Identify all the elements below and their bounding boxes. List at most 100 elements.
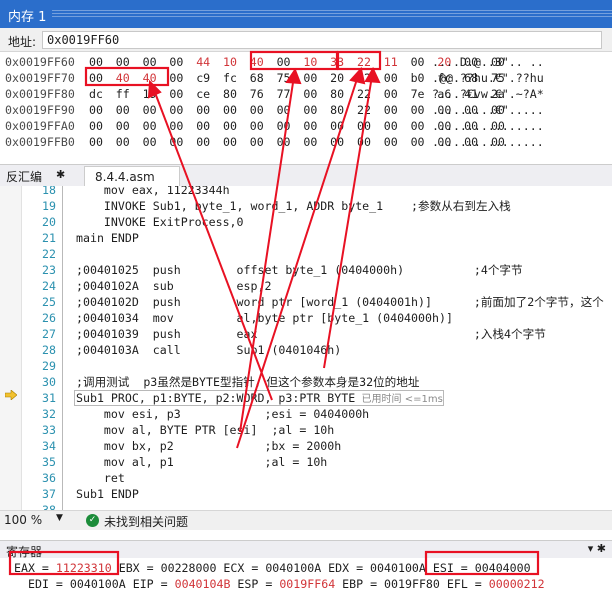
code-editor[interactable]: 18 mov eax, 11223344h 19 INVOKE Sub1, byt…: [0, 186, 612, 510]
memory-byte[interactable]: 00: [169, 102, 196, 118]
memory-byte[interactable]: 00: [384, 118, 411, 134]
memory-byte[interactable]: 76: [250, 86, 277, 102]
memory-byte[interactable]: 10: [223, 54, 250, 70]
memory-byte[interactable]: 00: [143, 102, 170, 118]
code-line[interactable]: 27 ;00401039 push eax ;入栈4个字节: [22, 326, 612, 342]
memory-byte[interactable]: 00: [303, 70, 330, 86]
memory-byte[interactable]: 00: [196, 102, 223, 118]
code-line[interactable]: 33 mov al, BYTE PTR [esi] ;al = 10h: [22, 422, 612, 438]
memory-byte[interactable]: 00: [116, 134, 143, 150]
memory-byte[interactable]: 75: [277, 70, 304, 86]
code-line[interactable]: 26 ;00401034 mov al,byte ptr [byte_1 (040…: [22, 310, 612, 326]
memory-byte[interactable]: 33: [330, 54, 357, 70]
memory-byte[interactable]: 00: [89, 102, 116, 118]
register-value[interactable]: 0019FF64: [279, 577, 335, 591]
memory-byte[interactable]: dc: [89, 86, 116, 102]
memory-byte[interactable]: 44: [196, 54, 223, 70]
pin-icon[interactable]: ▾ ✱: [588, 542, 606, 555]
code-line[interactable]: 21 main ENDP: [22, 230, 612, 246]
disassembly-panel-title[interactable]: 反汇编: [6, 168, 42, 185]
memory-byte[interactable]: 00: [223, 102, 250, 118]
memory-byte[interactable]: 00: [116, 54, 143, 70]
code-line[interactable]: 19 INVOKE Sub1, byte_1, word_1, ADDR byt…: [22, 198, 612, 214]
memory-byte[interactable]: 00: [169, 86, 196, 102]
memory-byte[interactable]: fc: [223, 70, 250, 86]
memory-byte[interactable]: 00: [384, 134, 411, 150]
memory-byte[interactable]: 00: [250, 102, 277, 118]
memory-byte[interactable]: 00: [143, 54, 170, 70]
memory-byte[interactable]: 00: [89, 54, 116, 70]
memory-byte[interactable]: 80: [330, 86, 357, 102]
memory-byte[interactable]: 00: [303, 102, 330, 118]
memory-byte[interactable]: 00: [330, 134, 357, 150]
register-value[interactable]: 00404000: [475, 561, 531, 575]
memory-byte[interactable]: 00: [303, 86, 330, 102]
code-line[interactable]: 20 INVOKE ExitProcess,0: [22, 214, 612, 230]
code-line[interactable]: 31 Sub1 PROC, p1:BYTE, p2:WORD, p3:PTR BY…: [22, 390, 612, 406]
memory-byte[interactable]: 10: [303, 54, 330, 70]
memory-byte[interactable]: 00: [196, 118, 223, 134]
register-value[interactable]: 0040100A: [265, 561, 321, 575]
code-line[interactable]: 25 ;0040102D push word ptr [word_1 (04040…: [22, 294, 612, 310]
memory-byte[interactable]: 00: [357, 134, 384, 150]
code-line[interactable]: 32 mov esi, p3 ;esi = 0404000h: [22, 406, 612, 422]
memory-byte[interactable]: 00: [89, 70, 116, 86]
memory-byte[interactable]: 00: [357, 118, 384, 134]
memory-byte[interactable]: 00: [89, 134, 116, 150]
memory-byte[interactable]: 00: [169, 134, 196, 150]
memory-byte[interactable]: 00: [89, 118, 116, 134]
memory-byte[interactable]: 00: [250, 118, 277, 134]
memory-byte[interactable]: 22: [357, 54, 384, 70]
memory-byte[interactable]: 19: [143, 86, 170, 102]
memory-byte[interactable]: 00: [277, 102, 304, 118]
code-line[interactable]: 35 mov al, p1 ;al = 10h: [22, 454, 612, 470]
memory-byte[interactable]: 20: [330, 70, 357, 86]
memory-byte[interactable]: 00: [277, 54, 304, 70]
tab-asm-file[interactable]: 8.4.4.asm: [84, 166, 180, 187]
memory-byte[interactable]: 00: [303, 118, 330, 134]
register-value[interactable]: 0040100A: [70, 577, 126, 591]
memory-byte[interactable]: 00: [223, 134, 250, 150]
code-line[interactable]: 28 ;0040103A call Sub1 (0401046h): [22, 342, 612, 358]
code-line[interactable]: 30 ;调用测试 p3虽然是BYTE型指针，但这个参数本身是32位的地址: [22, 374, 612, 390]
memory-byte[interactable]: 11: [384, 54, 411, 70]
memory-byte[interactable]: 22: [357, 70, 384, 86]
code-line[interactable]: 38: [22, 502, 612, 510]
memory-byte[interactable]: 40: [143, 70, 170, 86]
zoom-select[interactable]: 100 % ▼: [4, 513, 68, 529]
memory-byte[interactable]: 00: [303, 134, 330, 150]
memory-byte[interactable]: 40: [116, 70, 143, 86]
memory-byte[interactable]: 00: [250, 134, 277, 150]
memory-byte[interactable]: 00: [116, 118, 143, 134]
code-line[interactable]: 23 ;00401025 push offset byte_1 (0404000h…: [22, 262, 612, 278]
memory-byte[interactable]: ff: [116, 86, 143, 102]
memory-byte[interactable]: 77: [277, 86, 304, 102]
code-line[interactable]: 22: [22, 246, 612, 262]
memory-byte[interactable]: 00: [116, 102, 143, 118]
memory-byte[interactable]: 00: [169, 54, 196, 70]
memory-byte[interactable]: 00: [169, 118, 196, 134]
address-input[interactable]: 0x0019FF60: [42, 31, 602, 49]
memory-byte[interactable]: 22: [357, 86, 384, 102]
memory-byte[interactable]: 80: [330, 102, 357, 118]
memory-byte[interactable]: 00: [330, 118, 357, 134]
code-line[interactable]: 29: [22, 358, 612, 374]
register-value[interactable]: 11223310: [56, 561, 112, 575]
memory-byte[interactable]: 80: [223, 86, 250, 102]
register-value[interactable]: 00000212: [489, 577, 545, 591]
memory-byte[interactable]: 00: [196, 134, 223, 150]
memory-window-titlebar[interactable]: 内存 1: [0, 0, 612, 28]
memory-byte[interactable]: 00: [143, 134, 170, 150]
breakpoint-gutter[interactable]: [0, 186, 22, 510]
register-value[interactable]: 0040100A: [370, 561, 426, 575]
memory-byte[interactable]: 22: [357, 102, 384, 118]
pin-icon[interactable]: ✱: [56, 168, 65, 181]
memory-byte[interactable]: c9: [196, 70, 223, 86]
register-value[interactable]: 00228000: [161, 561, 217, 575]
memory-dump[interactable]: 0x0019FF60 00 00 00 00 44 10 40 00 10 33 22 11 00 20 00…: [0, 52, 612, 158]
code-line[interactable]: 18 mov eax, 11223344h: [22, 186, 612, 198]
memory-byte[interactable]: 40: [250, 54, 277, 70]
memory-byte[interactable]: 00: [277, 134, 304, 150]
memory-byte[interactable]: 00: [169, 70, 196, 86]
memory-byte[interactable]: 00: [384, 70, 411, 86]
